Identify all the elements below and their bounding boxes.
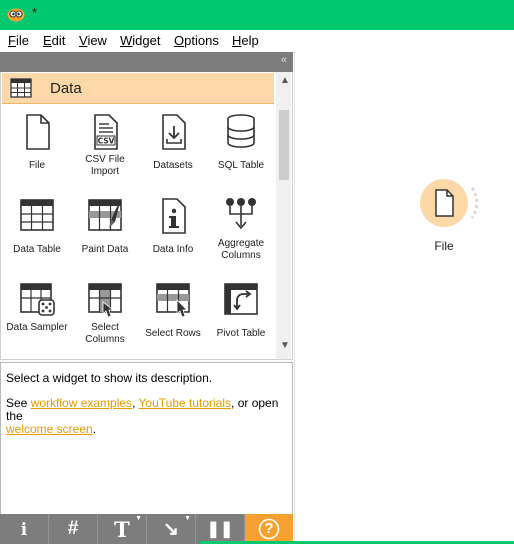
grid-icon: # xyxy=(67,518,79,539)
widget-data-table[interactable]: Data Table xyxy=(3,192,71,276)
youtube-tutorials-link[interactable]: YouTube tutorials xyxy=(139,396,232,410)
widget-pivot-table[interactable]: Pivot Table xyxy=(207,276,275,359)
description-links: See workflow examples, YouTube tutorials… xyxy=(6,396,279,436)
dropdown-indicator-icon: ▼ xyxy=(184,515,191,522)
menu-view[interactable]: View xyxy=(79,33,107,48)
grid-button[interactable]: # xyxy=(49,514,98,544)
widget-datasets[interactable]: Datasets xyxy=(139,108,207,192)
menu-help[interactable]: Help xyxy=(232,33,259,48)
welcome-screen-link[interactable]: welcome screen xyxy=(6,422,93,436)
text-annotation-button[interactable]: T ▼ xyxy=(98,514,147,544)
info-icon: i xyxy=(20,520,28,540)
category-label: Data xyxy=(50,80,82,97)
title-bar: * xyxy=(0,0,514,30)
help-button[interactable]: ? xyxy=(245,514,293,544)
csv-icon: CSV xyxy=(94,114,118,150)
canvas-node-file[interactable]: File xyxy=(419,178,479,253)
menu-file[interactable]: File xyxy=(8,33,29,48)
select-rows-icon xyxy=(156,283,190,318)
orange-logo-icon xyxy=(7,8,25,22)
pause-button[interactable]: ❚❚ xyxy=(196,514,245,544)
widget-select-columns[interactable]: Select Columns xyxy=(71,276,139,359)
dropdown-indicator-icon: ▼ xyxy=(135,515,142,522)
toolbox-scrollbar[interactable]: ▲ ▼ xyxy=(276,72,291,359)
table-icon xyxy=(20,199,54,231)
info-button[interactable]: i xyxy=(0,514,49,544)
widget-data-sampler[interactable]: Data Sampler xyxy=(3,276,71,359)
info-icon xyxy=(162,198,186,234)
pivot-icon xyxy=(224,283,258,315)
dock-header: « xyxy=(0,52,293,72)
menu-options[interactable]: Options xyxy=(174,33,219,48)
menu-bar: File Edit View Widget Options Help xyxy=(0,30,514,53)
chevron-up-icon[interactable]: ▲ xyxy=(280,75,290,86)
paint-icon xyxy=(88,198,122,231)
aggregate-icon xyxy=(226,198,256,230)
table-icon xyxy=(10,78,32,98)
file-icon xyxy=(26,114,50,150)
widget-paint-data[interactable]: Paint Data xyxy=(71,192,139,276)
sampler-icon xyxy=(20,283,55,316)
database-icon xyxy=(227,114,255,148)
file-node-icon xyxy=(420,179,479,227)
workflow-canvas[interactable]: File xyxy=(294,52,514,544)
svg-text:CSV: CSV xyxy=(98,137,115,146)
chevron-down-icon[interactable]: ▼ xyxy=(280,340,290,351)
description-hint: Select a widget to show its description. xyxy=(6,371,213,385)
workflow-examples-link[interactable]: workflow examples xyxy=(31,396,132,410)
widget-csv-file-import[interactable]: CSV CSV File Import xyxy=(71,108,139,192)
collapse-dock-button[interactable]: « xyxy=(281,54,287,66)
category-header-data[interactable]: Data xyxy=(2,73,274,104)
select-columns-icon xyxy=(88,283,122,318)
datasets-icon xyxy=(162,114,186,150)
menu-widget[interactable]: Widget xyxy=(120,33,160,48)
widget-toolbox: Data File CSV CSV File Import Datasets S… xyxy=(0,72,293,360)
widget-description-panel: Select a widget to show its description.… xyxy=(0,362,293,516)
window-title: * xyxy=(32,5,38,20)
canvas-node-label: File xyxy=(434,239,454,253)
widget-sql-table[interactable]: SQL Table xyxy=(207,108,275,192)
left-dock: « Data File CSV CSV File Import Datasets… xyxy=(0,52,293,544)
bottom-toolbar: i # T ▼ ↘ ▼ ❚❚ ? xyxy=(0,514,293,544)
pause-icon: ❚❚ xyxy=(206,521,234,538)
widget-file[interactable]: File xyxy=(3,108,71,192)
widget-select-rows[interactable]: Select Rows xyxy=(139,276,207,359)
widget-data-info[interactable]: Data Info xyxy=(139,192,207,276)
arrow-annotation-button[interactable]: ↘ ▼ xyxy=(147,514,196,544)
widget-aggregate-columns[interactable]: Aggregate Columns xyxy=(207,192,275,276)
scrollbar-thumb[interactable] xyxy=(279,110,289,180)
menu-edit[interactable]: Edit xyxy=(43,33,65,48)
